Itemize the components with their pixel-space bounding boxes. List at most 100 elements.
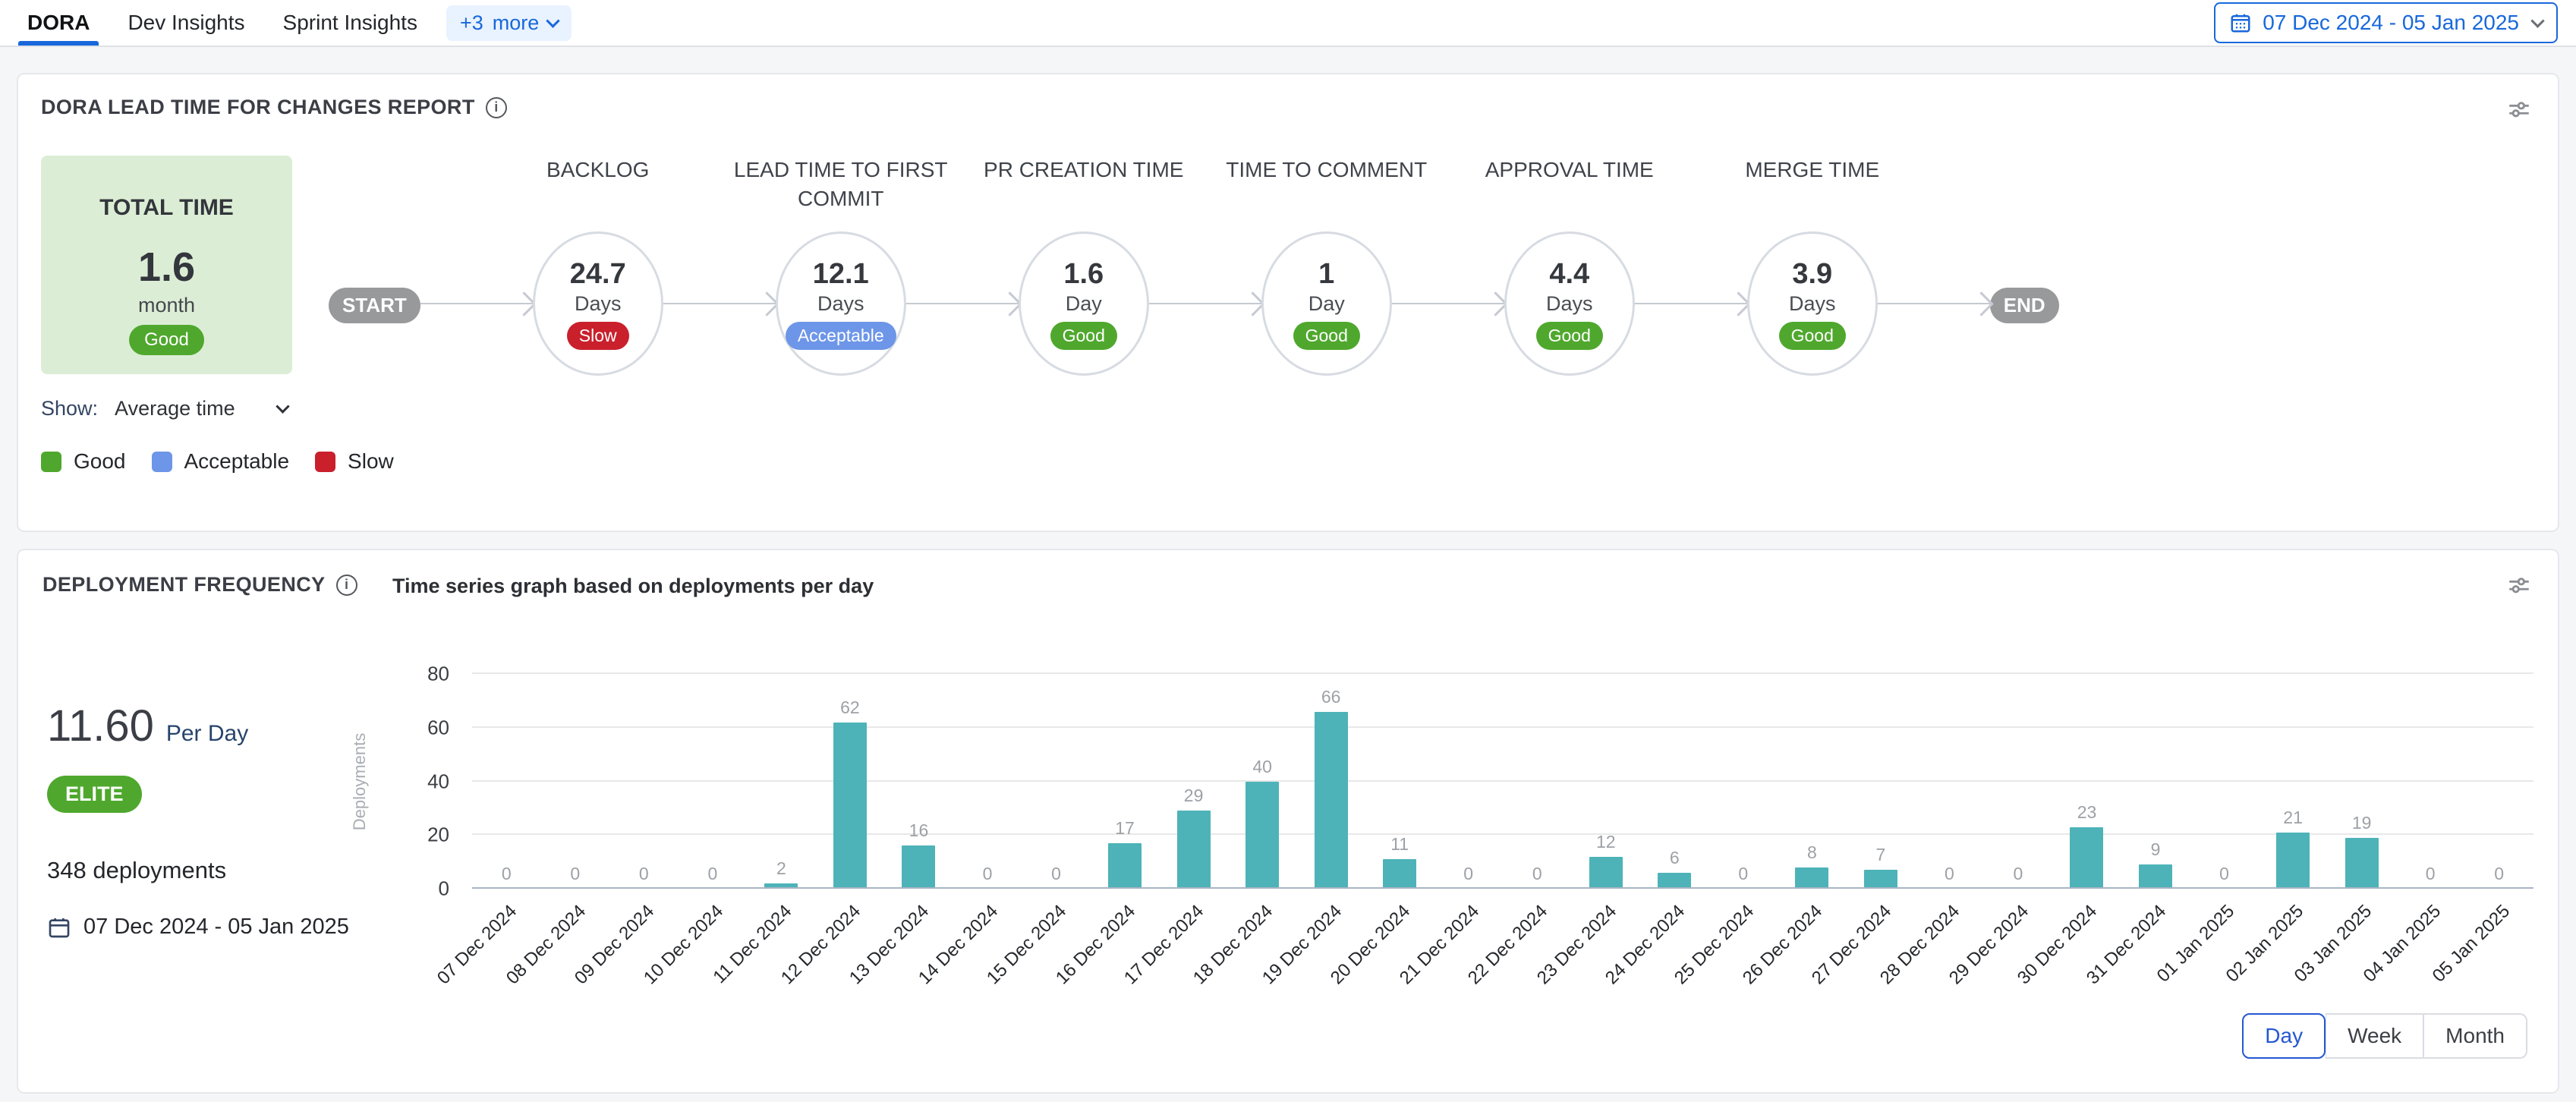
acceptable-swatch bbox=[152, 452, 172, 472]
legend-item-acceptable: Acceptable bbox=[152, 449, 290, 474]
granularity-day-button[interactable]: Day bbox=[2242, 1013, 2326, 1059]
date-range-picker[interactable]: 07 Dec 2024 - 05 Jan 2025 bbox=[2214, 2, 2558, 43]
x-axis-label: 26 Dec 2024 bbox=[1778, 889, 1847, 995]
chart-title: Time series graph based on deployments p… bbox=[392, 575, 874, 598]
bar-slot: 16 bbox=[884, 674, 953, 889]
legend-acceptable-label: Acceptable bbox=[184, 449, 290, 474]
filter-settings-icon[interactable] bbox=[2506, 97, 2532, 123]
calendar-icon bbox=[47, 915, 71, 940]
stage-time-to-comment: TIME TO COMMENT1DayGood bbox=[1261, 156, 1392, 376]
more-tabs-button[interactable]: +3 more bbox=[446, 5, 572, 41]
x-axis-label: 10 Dec 2024 bbox=[679, 889, 748, 995]
y-tick-label: 0 bbox=[439, 877, 449, 901]
bar-value-label: 66 bbox=[1321, 687, 1341, 707]
deployment-bar bbox=[2070, 827, 2103, 889]
legend-item-slow: Slow bbox=[315, 449, 394, 474]
tab-sprint-insights[interactable]: Sprint Insights bbox=[274, 0, 427, 46]
show-value: Average time bbox=[115, 397, 235, 420]
flow-end-pill: END bbox=[1990, 288, 2059, 323]
bar-value-label: 16 bbox=[909, 820, 929, 841]
total-time-value: 1.6 bbox=[138, 244, 195, 291]
stage-label: PR CREATION TIME bbox=[959, 156, 1209, 184]
deployment-rate-value: 11.60 bbox=[47, 701, 154, 751]
y-axis-title: Deployments bbox=[350, 732, 370, 830]
x-axis-label: 11 Dec 2024 bbox=[747, 889, 816, 995]
bar-value-label: 0 bbox=[1945, 864, 1954, 884]
stage-circle: 3.9DaysGood bbox=[1747, 231, 1878, 376]
bar-value-label: 19 bbox=[2352, 813, 2372, 833]
tab-dev-insights-label: Dev Insights bbox=[128, 11, 244, 35]
y-tick-label: 40 bbox=[427, 770, 449, 793]
x-axis-label: 09 Dec 2024 bbox=[609, 889, 679, 995]
y-tick-label: 60 bbox=[427, 716, 449, 739]
x-axis-label: 13 Dec 2024 bbox=[884, 889, 953, 995]
deployment-rate-unit: Per Day bbox=[166, 721, 248, 747]
bar-value-label: 62 bbox=[840, 697, 860, 718]
info-icon[interactable]: i bbox=[486, 97, 507, 118]
stage-unit: Day bbox=[1308, 292, 1345, 316]
bar-value-label: 29 bbox=[1184, 786, 1204, 806]
elite-tier-badge: ELITE bbox=[47, 776, 142, 813]
deployment-bar bbox=[2139, 864, 2172, 889]
flow-arrow bbox=[1392, 303, 1504, 304]
deployment-bar bbox=[1315, 712, 1348, 889]
stage-value: 12.1 bbox=[813, 258, 869, 291]
x-axis-label: 18 Dec 2024 bbox=[1228, 889, 1297, 995]
deployment-bar bbox=[1658, 873, 1691, 889]
x-axis-label: 20 Dec 2024 bbox=[1365, 889, 1434, 995]
bar-slot: 0 bbox=[2464, 674, 2533, 889]
stage-value: 4.4 bbox=[1549, 258, 1589, 291]
bar-value-label: 0 bbox=[2014, 864, 2023, 884]
deployment-bar bbox=[2276, 833, 2310, 889]
granularity-week-button[interactable]: Week bbox=[2326, 1013, 2423, 1059]
x-axis-label: 02 Jan 2025 bbox=[2259, 889, 2328, 995]
chevron-down-icon bbox=[2530, 14, 2544, 27]
bar-value-label: 0 bbox=[1463, 864, 1473, 884]
stage-unit: Days bbox=[575, 292, 622, 316]
bar-slot: 2 bbox=[747, 674, 816, 889]
bar-value-label: 23 bbox=[2077, 802, 2097, 823]
bar-slot: 0 bbox=[1503, 674, 1572, 889]
good-swatch bbox=[41, 452, 61, 472]
bar-value-label: 2 bbox=[776, 858, 786, 879]
bar-value-label: 0 bbox=[1532, 864, 1542, 884]
stage-unit: Day bbox=[1066, 292, 1102, 316]
tab-dora[interactable]: DORA bbox=[18, 0, 99, 46]
legend-good-label: Good bbox=[74, 449, 126, 474]
stage-circle: 1.6DayGood bbox=[1019, 231, 1149, 376]
stage-unit: Days bbox=[817, 292, 864, 316]
tab-dora-label: DORA bbox=[27, 11, 90, 35]
bar-value-label: 0 bbox=[1051, 864, 1061, 884]
stage-merge-time: MERGE TIME3.9DaysGood bbox=[1747, 156, 1878, 376]
lead-time-title: DORA LEAD TIME FOR CHANGES REPORT bbox=[41, 96, 475, 119]
x-axis-label: 17 Dec 2024 bbox=[1159, 889, 1228, 995]
deployment-date-range-label: 07 Dec 2024 - 05 Jan 2025 bbox=[83, 915, 349, 940]
info-icon[interactable]: i bbox=[336, 575, 357, 596]
bar-value-label: 7 bbox=[1875, 845, 1885, 865]
page-body: DORA LEAD TIME FOR CHANGES REPORT i TOTA… bbox=[0, 47, 2576, 1094]
stage-status-badge: Good bbox=[1536, 322, 1603, 350]
bar-slot: 40 bbox=[1228, 674, 1297, 889]
status-legend: Good Acceptable Slow bbox=[41, 449, 2535, 474]
y-tick-label: 20 bbox=[427, 823, 449, 847]
lead-time-flow: TOTAL TIME 1.6 month Good STARTBACKLOG24… bbox=[41, 156, 2535, 376]
bar-slot: 12 bbox=[1572, 674, 1641, 889]
bar-slot: 11 bbox=[1365, 674, 1434, 889]
calendar-icon bbox=[2229, 11, 2252, 34]
show-dropdown[interactable]: Show: Average time bbox=[41, 397, 2535, 420]
filter-settings-icon[interactable] bbox=[2506, 573, 2532, 599]
deployment-stats: 11.60 Per Day ELITE 348 deployments 07 D… bbox=[47, 701, 349, 940]
granularity-month-button[interactable]: Month bbox=[2423, 1013, 2527, 1059]
total-time-unit: month bbox=[138, 294, 195, 317]
x-axis-labels: 07 Dec 202408 Dec 202409 Dec 202410 Dec … bbox=[472, 889, 2533, 995]
bar-slot: 8 bbox=[1778, 674, 1847, 889]
y-axis: 020406080 bbox=[393, 674, 460, 889]
more-tabs-label: more bbox=[493, 11, 540, 35]
tab-sprint-insights-label: Sprint Insights bbox=[283, 11, 417, 35]
x-axis-label: 05 Jan 2025 bbox=[2464, 889, 2533, 995]
bar-slot: 66 bbox=[1296, 674, 1365, 889]
stage-status-badge: Acceptable bbox=[786, 322, 896, 350]
tab-dev-insights[interactable]: Dev Insights bbox=[118, 0, 254, 46]
flow-arrow bbox=[1878, 303, 1990, 304]
bar-slot: 0 bbox=[2396, 674, 2465, 889]
